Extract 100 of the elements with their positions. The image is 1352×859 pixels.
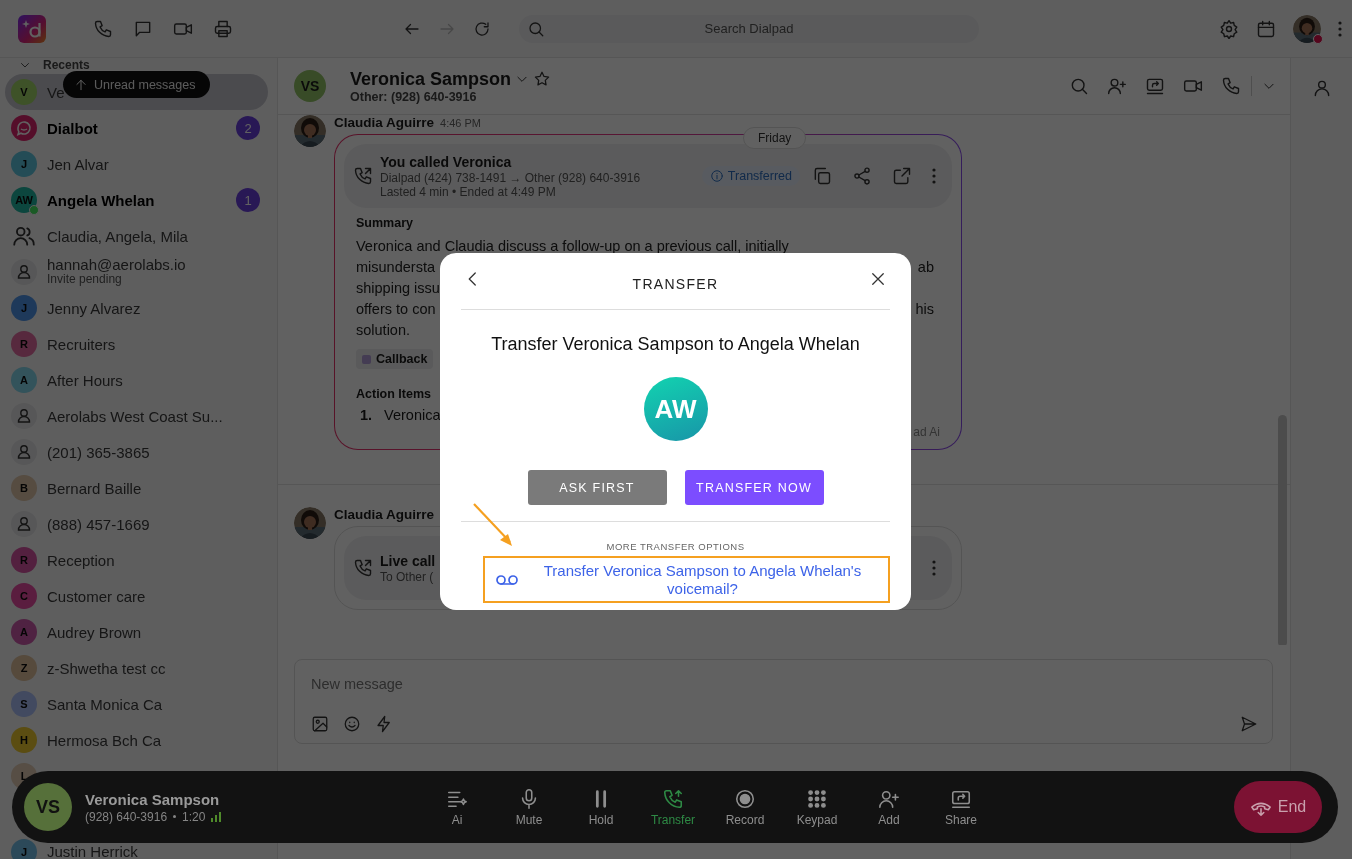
call-action-button[interactable]: Keypad [781,787,853,827]
tag-square-icon [362,354,371,364]
search-icon[interactable] [1069,76,1089,96]
avatar: C [11,583,37,609]
contact-item[interactable]: J Jen Alvar [5,146,268,182]
contact-name: Jenny Alvarez [47,299,141,317]
contact-item[interactable]: J Jenny Alvarez [5,290,268,326]
call-action-button[interactable]: Share [925,787,997,827]
contact-item[interactable]: R Recruiters [5,326,268,362]
contact-item[interactable]: AW Angela Whelan 1 [5,182,268,218]
search-icon [527,19,545,38]
call-action-button[interactable]: Add [853,787,925,827]
dialog-title: TRANSFER [632,276,719,292]
contact-item[interactable]: B Bernard Baille [5,470,268,506]
contact-item[interactable]: A Audrey Brown [5,614,268,650]
ask-first-button[interactable]: ASK FIRST [527,470,667,505]
contact-item[interactable]: (201) 365-3865 [5,434,268,470]
settings-icon[interactable] [1219,18,1239,39]
contact-name: z-Shwetha test cc [47,659,166,677]
copy-icon[interactable] [812,166,832,186]
outgoing-call-icon [353,166,373,186]
section-heading: Summary [356,216,414,230]
unread-count: 2 [236,116,260,140]
call-duration: 1:20 [182,809,206,824]
call-action-button[interactable]: Mute [493,787,565,827]
summary-text: solution. [356,321,410,340]
contact-name: Justin Herrick [47,844,138,859]
signal-icon [211,811,222,822]
contact-name: Angela Whelan [47,191,155,209]
outgoing-call-icon [353,558,373,578]
contact-item[interactable]: Z z-Shwetha test cc [5,650,268,686]
contact-item[interactable]: (888) 457-1669 [5,506,268,542]
contact-item[interactable]: S Santa Monica Ca [5,686,268,722]
contact-item[interactable]: R Reception [5,542,268,578]
share-icon[interactable] [852,166,872,186]
close-icon[interactable] [869,270,887,288]
avatar: VS [294,70,326,102]
contact-item[interactable]: H Hermosa Bch Ca [5,722,268,758]
contact-name: Ve [47,83,65,101]
star-icon[interactable] [533,70,552,88]
phone-icon[interactable] [93,18,113,39]
call-action-button[interactable]: Transfer [637,787,709,827]
action-item-text: Veronica [384,407,441,423]
call-action-button[interactable]: Ai [421,787,493,827]
avatar: J [11,151,37,177]
separator-dot [173,815,177,818]
contact-item[interactable]: Claudia, Angela, Mila [5,218,268,254]
more-icon[interactable] [932,168,936,184]
call-action-button[interactable]: Record [709,787,781,827]
call-action-button[interactable]: Hold [565,787,637,827]
contact-name: Bernard Baille [47,479,142,497]
search-field[interactable]: Search Dialpad [519,14,979,43]
more-icon[interactable] [932,560,936,576]
contact-item[interactable]: Dialbot 2 [5,110,268,146]
contact-item[interactable]: J Justin Herrick [5,830,268,859]
end-call-button[interactable]: End [1234,781,1322,833]
contact-name: hannah@aerolabs.io [47,258,186,272]
caller-number: (928) 640-3916 [85,809,168,824]
screen-share-icon[interactable] [1145,76,1165,96]
add-person-icon[interactable] [1107,76,1127,96]
avatar: A [11,619,37,645]
unread-count: 1 [236,188,260,212]
send-icon[interactable] [1240,715,1258,733]
avatar: V [11,79,37,105]
summary-text: ab [917,258,934,277]
status-label: Transferred [727,169,792,183]
contact-name: Customer care [47,587,146,605]
external-link-icon[interactable] [892,166,912,186]
calendar-icon[interactable] [1256,18,1276,39]
call-duration: Lasted 4 min • Ended at 4:49 PM [380,185,557,199]
printer-icon[interactable] [213,18,233,39]
summary-text: shipping issu [356,279,440,298]
lightning-icon[interactable] [375,715,393,733]
author-name: Claudia Aguirre [334,507,435,522]
avatar: R [11,547,37,573]
call-route: Dialpad (424) 738-1491 → Other (928) 640-3916 [380,171,641,185]
contact-item[interactable]: C Customer care [5,578,268,614]
section-label: Recents [43,58,90,72]
emoji-icon[interactable] [343,715,361,733]
logo-icon[interactable] [18,14,46,43]
up-arrow-icon [74,77,88,92]
more-icon[interactable] [1338,20,1342,37]
contact-item[interactable]: A After Hours [5,362,268,398]
section-heading: Action Items [356,387,432,401]
image-icon[interactable] [311,715,329,733]
avatar: AW [11,187,37,213]
reload-icon[interactable] [473,19,491,38]
voicemail-option[interactable]: Transfer Veronica Sampson to Angela Whelan's voicemail? [483,556,890,603]
summary-text: Veronica and Claudia discuss a follow-up on a previous call, initially [356,237,789,256]
contact-item[interactable]: Aerolabs West Coast Su... [5,398,268,434]
avatar: Z [11,655,37,681]
call-route: To Other ( [380,570,435,584]
avatar: A [11,367,37,393]
contact-item[interactable]: hannah@aerolabs.io Invite pending [5,254,268,290]
transfer-now-button[interactable]: TRANSFER NOW [684,470,824,505]
avatar: VS [24,783,72,831]
avatar: J [11,839,37,859]
contact-name: After Hours [47,371,123,389]
phone-icon[interactable] [1221,76,1241,96]
contact-name: Audrey Brown [47,623,142,641]
